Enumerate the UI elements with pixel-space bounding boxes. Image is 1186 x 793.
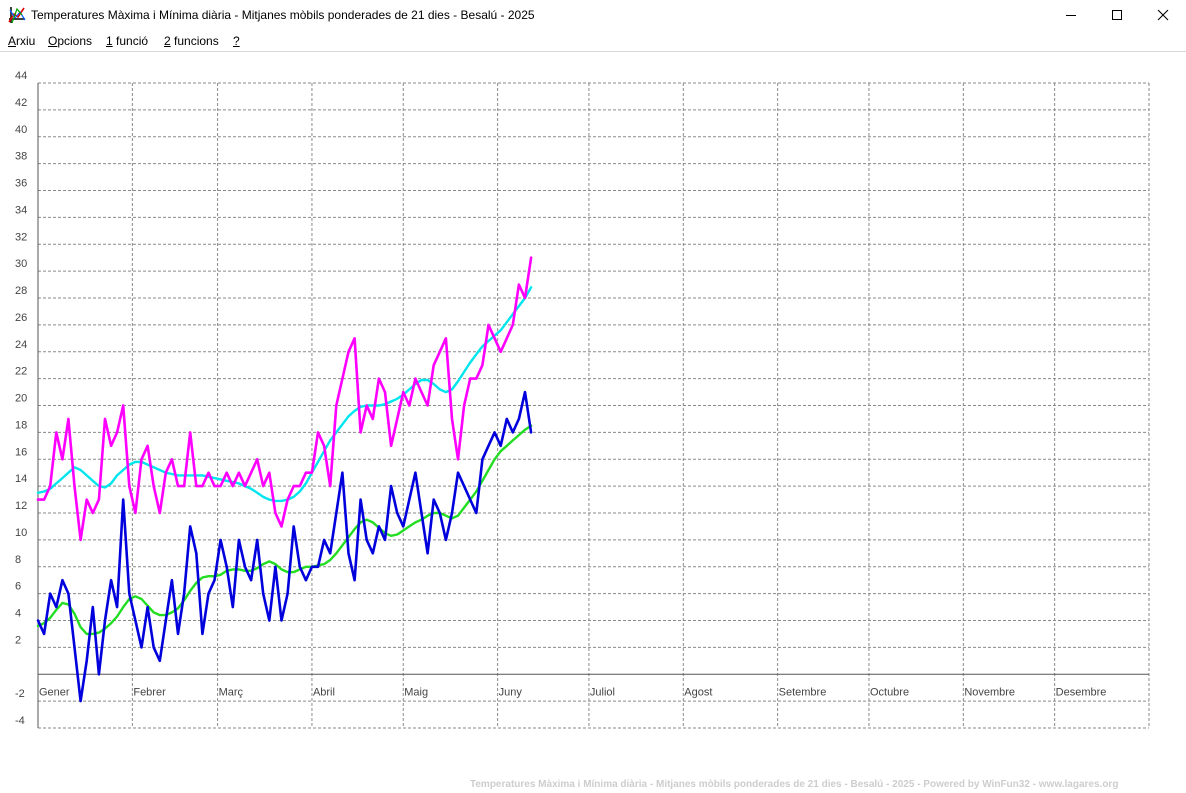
y-tick-label: 38: [15, 151, 27, 163]
y-tick-label: -2: [15, 688, 25, 700]
series-line-max: [36, 256, 533, 542]
menu-label: 2 funcions: [164, 34, 219, 48]
y-tick-label: 18: [15, 419, 27, 431]
plot-area: -4 -2 2 4 6 8 10 12 14 16 18 20 22 24 26 28 30 32 34 36 38 40…: [0, 52, 1186, 793]
maximize-icon: [1112, 10, 1122, 20]
menu-label: ?: [233, 34, 240, 48]
series-line-min: [36, 390, 533, 703]
series-line-max-avg: [36, 286, 533, 503]
y-tick-label: 40: [15, 124, 27, 136]
chart-series: [36, 256, 533, 703]
y-tick-label: 30: [15, 258, 27, 270]
menu-bar: Arxiu Opcions 1 funció 2 funcions ?: [0, 30, 1186, 51]
y-tick-label: 22: [15, 366, 27, 378]
y-tick-label: 8: [15, 554, 21, 566]
x-tick-label: Octubre: [870, 686, 909, 698]
maximize-button[interactable]: [1094, 0, 1140, 30]
close-button[interactable]: [1140, 0, 1186, 30]
x-tick-label: Desembre: [1056, 686, 1107, 698]
menu-1-funcio[interactable]: 1 funció: [106, 34, 148, 48]
x-tick-label: Maig: [404, 686, 428, 698]
y-tick-label: 34: [15, 204, 27, 216]
y-tick-label: 14: [15, 473, 27, 485]
y-tick-label: 32: [15, 231, 27, 243]
y-tick-label: 26: [15, 312, 27, 324]
x-tick-label: Març: [219, 686, 244, 698]
menu-opcions[interactable]: Opcions: [48, 34, 92, 48]
y-tick-label: 6: [15, 581, 21, 593]
minimize-icon: [1066, 15, 1076, 16]
menu-arxiu[interactable]: Arxiu: [8, 34, 35, 48]
y-tick-label: 24: [15, 339, 27, 351]
y-tick-label: 44: [15, 70, 27, 82]
x-tick-label: Febrer: [133, 686, 166, 698]
y-tick-label: 42: [15, 97, 27, 109]
x-tick-label: Abril: [313, 686, 335, 698]
menu-label: Arxiu: [8, 34, 36, 48]
chart-axes-icon: [8, 7, 26, 24]
minimize-button[interactable]: [1048, 0, 1094, 30]
x-tick-label: Agost: [684, 686, 712, 698]
x-tick-label: Setembre: [779, 686, 827, 698]
footer-caption: Temperatures Màxima i Mínima diària - Mi…: [470, 779, 1119, 790]
window-title: Temperatures Màxima i Mínima diària - Mi…: [31, 8, 535, 22]
x-axis-labels: Gener Febrer Març Abril Maig Juny Juliol Agost S…: [39, 686, 1106, 698]
y-tick-label: 16: [15, 446, 27, 458]
menu-help[interactable]: ?: [233, 34, 240, 48]
x-tick-label: Gener: [39, 686, 70, 698]
menu-label: 1 funció: [106, 34, 149, 48]
x-tick-label: Juny: [499, 686, 523, 698]
menu-label: Opcions: [48, 34, 93, 48]
close-icon: [1157, 9, 1169, 21]
y-tick-label: -4: [15, 715, 25, 727]
y-tick-label: 36: [15, 178, 27, 190]
y-tick-label: 4: [15, 608, 21, 620]
temperature-chart: -4-2246810121416182022242628303234363840…: [15, 70, 1150, 729]
menu-2-funcions[interactable]: 2 funcions: [164, 34, 219, 48]
y-tick-label: 2: [15, 634, 21, 646]
y-tick-label: 12: [15, 500, 27, 512]
y-tick-label: 28: [15, 285, 27, 297]
x-tick-label: Juliol: [590, 686, 615, 698]
chart-grid: [37, 82, 1150, 729]
x-tick-label: Novembre: [964, 686, 1015, 698]
title-bar: Temperatures Màxima i Mínima diària - Mi…: [0, 0, 1186, 30]
y-tick-label: 20: [15, 393, 27, 405]
y-tick-label: 10: [15, 527, 27, 539]
y-axis-labels: -4-2246810121416182022242628303234363840…: [15, 70, 27, 727]
